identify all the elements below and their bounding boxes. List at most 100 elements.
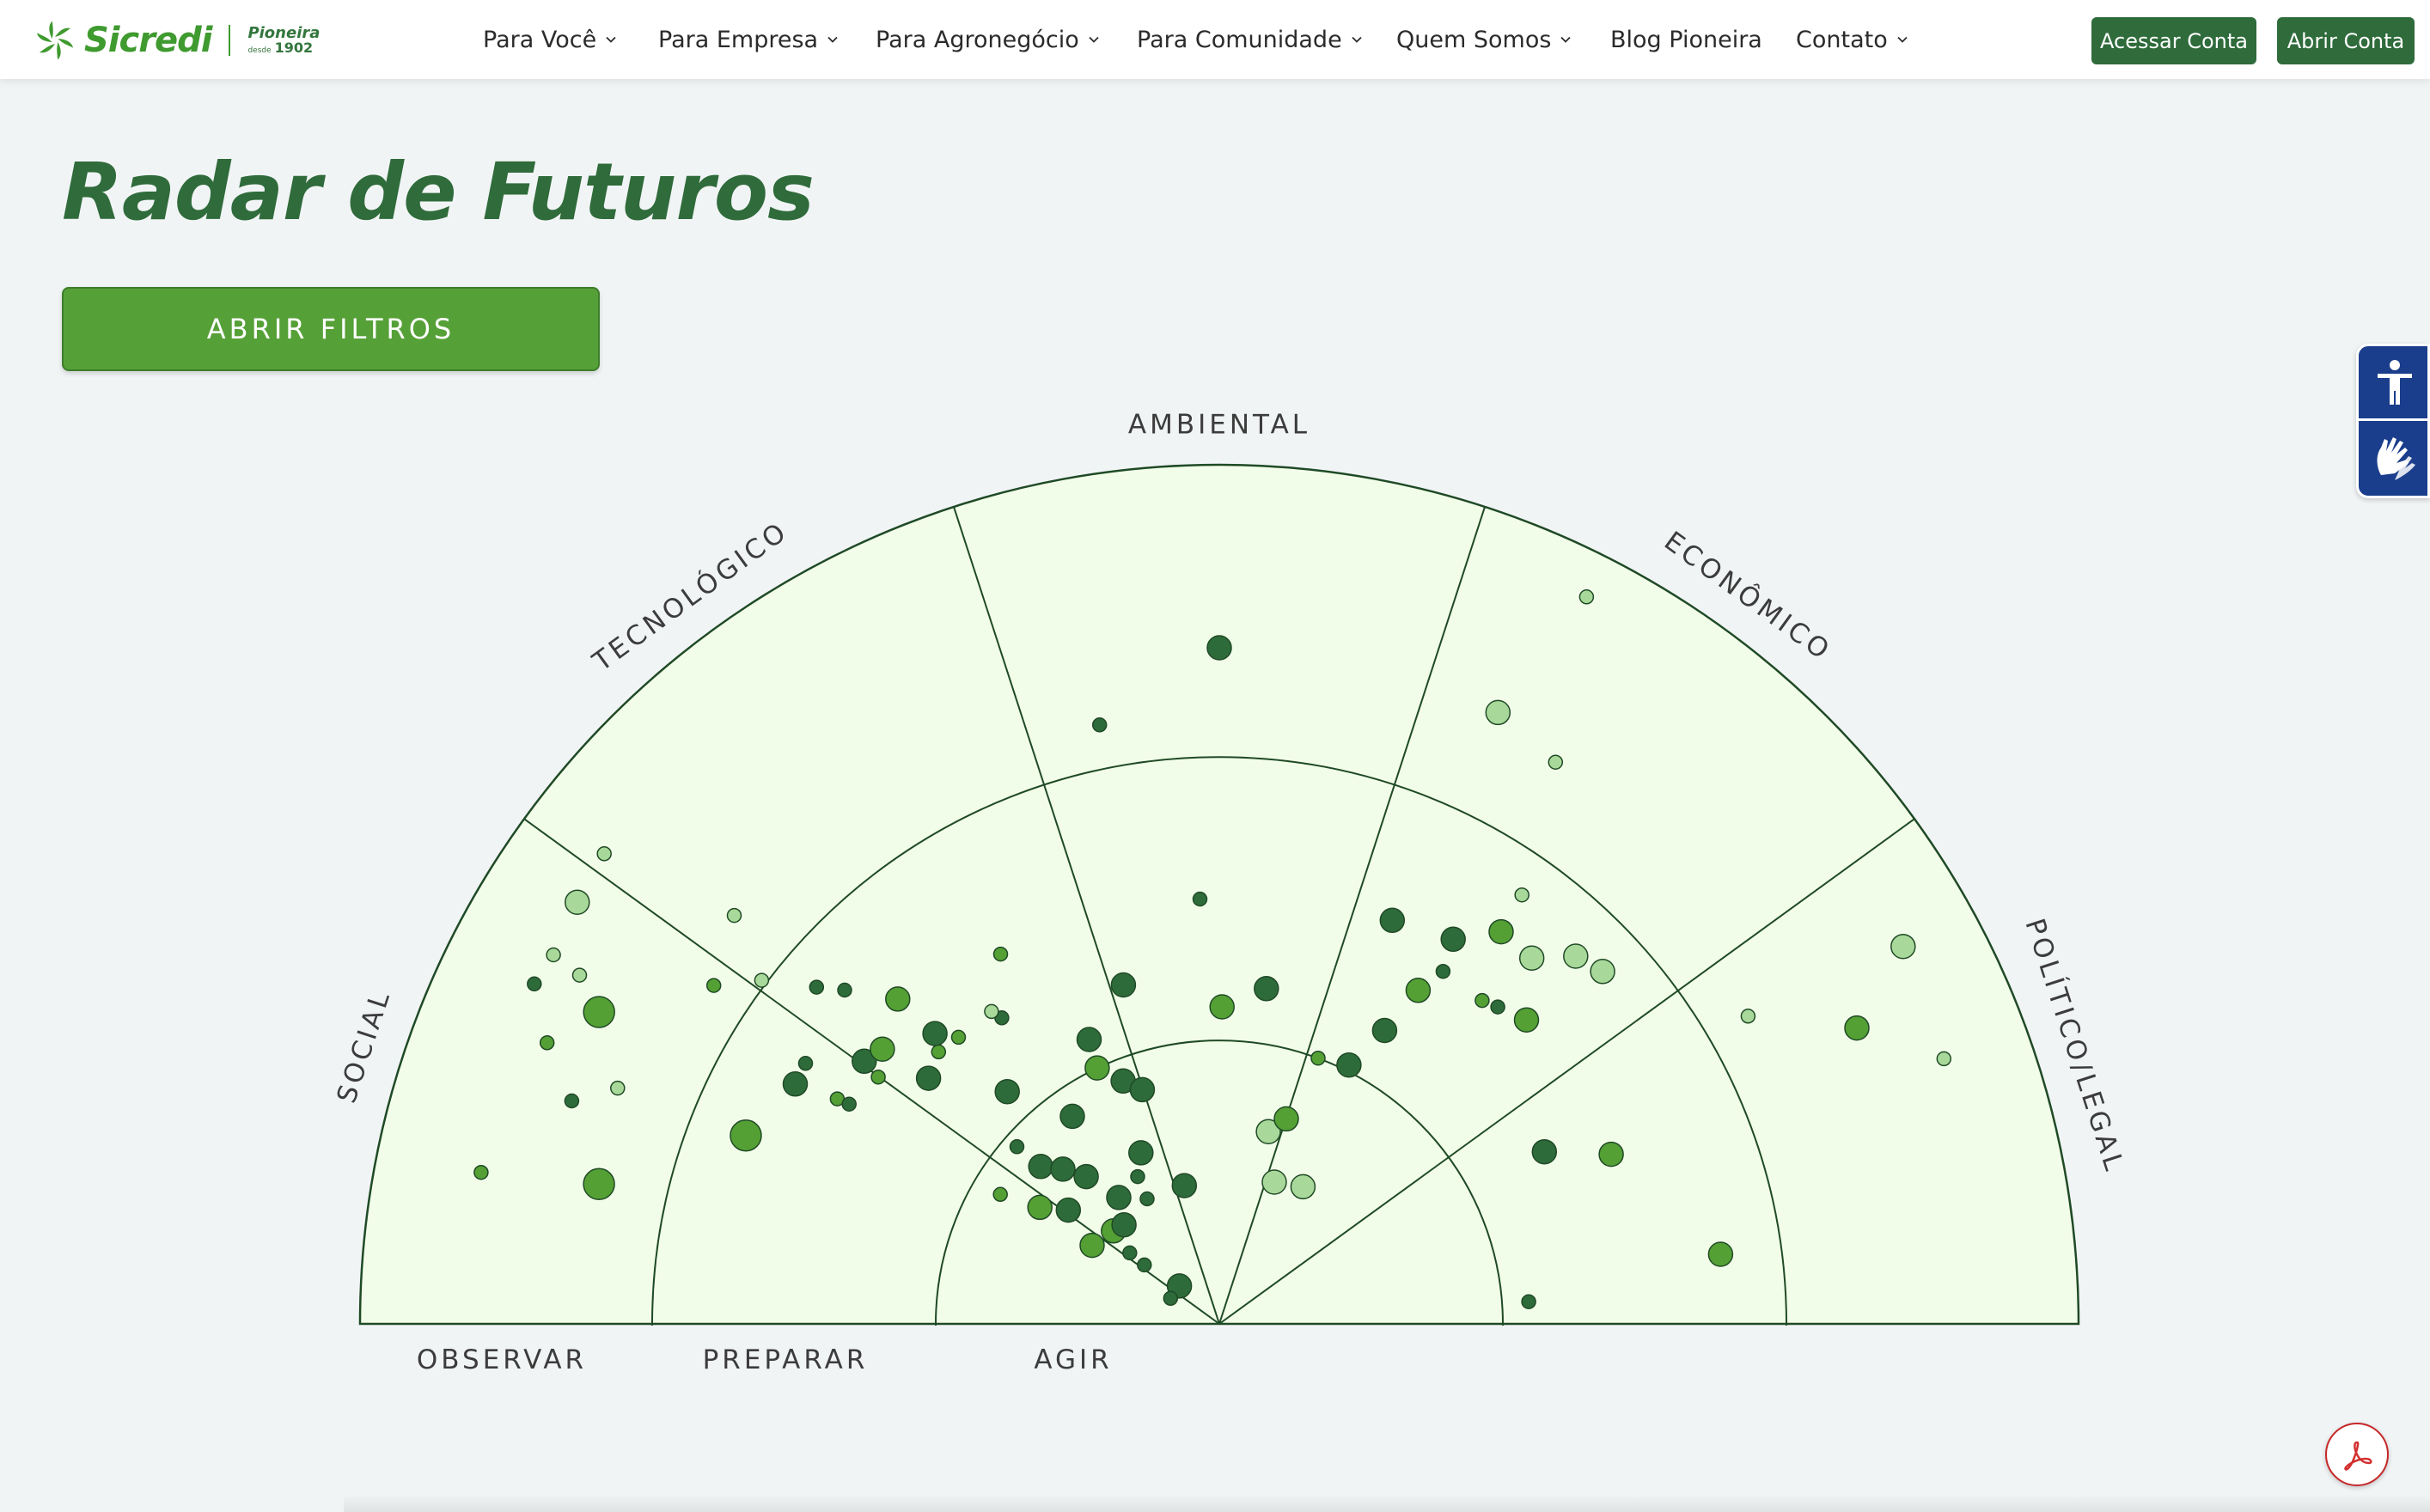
radar-point[interactable] <box>1518 945 1545 971</box>
radar-point[interactable] <box>596 846 612 862</box>
radar-point[interactable] <box>984 1003 999 1020</box>
sicredi-logo[interactable]: Sicredi Pioneira desde 1902 <box>36 19 320 62</box>
accessibility-icon[interactable] <box>2371 355 2419 412</box>
radar-point[interactable] <box>1563 943 1589 969</box>
radar-point[interactable] <box>1076 1027 1102 1052</box>
radar-point[interactable] <box>1740 1009 1756 1024</box>
radar-point[interactable] <box>885 986 911 1012</box>
radar-point[interactable] <box>754 972 770 988</box>
sector-label-ambiental[interactable]: AMBIENTAL <box>1128 410 1310 441</box>
radar-point[interactable] <box>527 976 542 992</box>
radar-point[interactable] <box>1405 978 1432 1003</box>
radar-point[interactable] <box>1707 1241 1734 1267</box>
radar-point[interactable] <box>1059 1103 1085 1130</box>
radar-point[interactable] <box>610 1080 626 1096</box>
radar-point[interactable] <box>1171 1173 1198 1198</box>
radar-point[interactable] <box>1590 959 1615 985</box>
radar-point[interactable] <box>1079 1232 1105 1259</box>
radar-point[interactable] <box>841 1096 857 1112</box>
nav-item-para-comunidade[interactable]: Para Comunidade <box>1137 27 1363 53</box>
radar-point[interactable] <box>1163 1290 1179 1307</box>
radar-point[interactable] <box>1110 972 1137 998</box>
radar-point[interactable] <box>992 1186 1008 1203</box>
radar-point[interactable] <box>730 1119 762 1152</box>
radar-point[interactable] <box>1129 1076 1156 1103</box>
radar-point[interactable] <box>1261 1169 1287 1195</box>
radar-point[interactable] <box>1009 1139 1025 1155</box>
radar-point[interactable] <box>546 947 561 963</box>
radar-point[interactable] <box>1844 1015 1870 1041</box>
radar-point[interactable] <box>1028 1154 1053 1180</box>
radar-point[interactable] <box>1379 907 1406 934</box>
radar-point[interactable] <box>1130 1168 1145 1185</box>
radar-point[interactable] <box>870 1036 895 1062</box>
nav-item-quem-somos[interactable]: Quem Somos <box>1396 27 1572 53</box>
nav-item-para-voce[interactable]: Para Você <box>483 27 617 53</box>
radar-point[interactable] <box>1050 1156 1076 1182</box>
radar-point[interactable] <box>1027 1194 1053 1221</box>
radar-point[interactable] <box>1192 891 1208 907</box>
radar-point[interactable] <box>1254 976 1279 1002</box>
nav-item-para-empresa[interactable]: Para Empresa <box>658 27 839 53</box>
radar-point[interactable] <box>782 1071 809 1097</box>
radar-point[interactable] <box>1514 887 1529 903</box>
radar-point[interactable] <box>870 1069 886 1085</box>
radar-point[interactable] <box>539 1035 555 1051</box>
radar-point[interactable] <box>950 1029 967 1046</box>
radar-point[interactable] <box>1435 963 1451 979</box>
radar-point[interactable] <box>922 1021 948 1046</box>
radar-point[interactable] <box>473 1164 489 1180</box>
radar-point[interactable] <box>1598 1141 1624 1168</box>
radar-point[interactable] <box>1310 1050 1326 1066</box>
radar-point[interactable] <box>1336 1052 1362 1078</box>
radar-point[interactable] <box>1206 635 1232 661</box>
radar-point[interactable] <box>1521 1294 1536 1309</box>
pdf-download-button[interactable] <box>2325 1423 2389 1486</box>
radar-point[interactable] <box>1485 699 1511 726</box>
radar-point[interactable] <box>809 979 825 995</box>
radar-point[interactable] <box>931 1044 947 1060</box>
radar-point[interactable] <box>797 1056 814 1071</box>
nav-item-para-agronegocio[interactable]: Para Agronegócio <box>876 27 1100 53</box>
radar-point[interactable] <box>837 982 852 998</box>
radar-point[interactable] <box>726 907 742 924</box>
radar-point[interactable] <box>1209 994 1235 1020</box>
radar-point[interactable] <box>915 1065 942 1091</box>
radar-point[interactable] <box>1106 1185 1132 1210</box>
sign-language-icon[interactable] <box>2369 429 2421 485</box>
radar-point[interactable] <box>1084 1055 1110 1081</box>
radar-point[interactable] <box>1139 1191 1155 1207</box>
nav-item-blog-pioneira[interactable]: Blog Pioneira <box>1610 27 1762 53</box>
radar-point[interactable] <box>705 978 722 993</box>
radar-point[interactable] <box>1137 1257 1152 1273</box>
radar-point[interactable] <box>1440 926 1466 953</box>
radar-point[interactable] <box>992 946 1009 962</box>
radar-point[interactable] <box>1488 918 1514 945</box>
radar-point[interactable] <box>1474 992 1490 1009</box>
radar-point[interactable] <box>564 1093 580 1109</box>
radar-point[interactable] <box>1890 933 1916 960</box>
radar-point[interactable] <box>1122 1245 1138 1261</box>
nav-item-contato[interactable]: Contato <box>1796 27 1908 53</box>
radar-point[interactable] <box>1513 1007 1540 1033</box>
radar-point[interactable] <box>1531 1138 1558 1165</box>
radar-point[interactable] <box>1091 717 1108 733</box>
acessar-conta-button[interactable]: Acessar Conta <box>2091 17 2256 64</box>
radar-point[interactable] <box>1111 1211 1137 1238</box>
radar-point[interactable] <box>1490 999 1505 1015</box>
radar-point[interactable] <box>565 889 590 915</box>
radar-point[interactable] <box>1371 1017 1398 1044</box>
radar-point[interactable] <box>1936 1051 1952 1067</box>
radar-point[interactable] <box>1578 589 1595 605</box>
radar-point[interactable] <box>583 1168 615 1201</box>
radar-point[interactable] <box>1128 1140 1154 1166</box>
radar-point[interactable] <box>1273 1106 1299 1132</box>
radar-point[interactable] <box>994 1078 1020 1105</box>
radar-point[interactable] <box>1073 1163 1099 1190</box>
radar-point[interactable] <box>1548 754 1564 770</box>
radar-point[interactable] <box>571 967 588 983</box>
radar-point[interactable] <box>1290 1174 1316 1200</box>
radar-point[interactable] <box>1055 1197 1082 1223</box>
sector-label-social[interactable]: SOCIAL <box>331 985 397 1107</box>
abrir-conta-button[interactable]: Abrir Conta <box>2277 17 2415 64</box>
